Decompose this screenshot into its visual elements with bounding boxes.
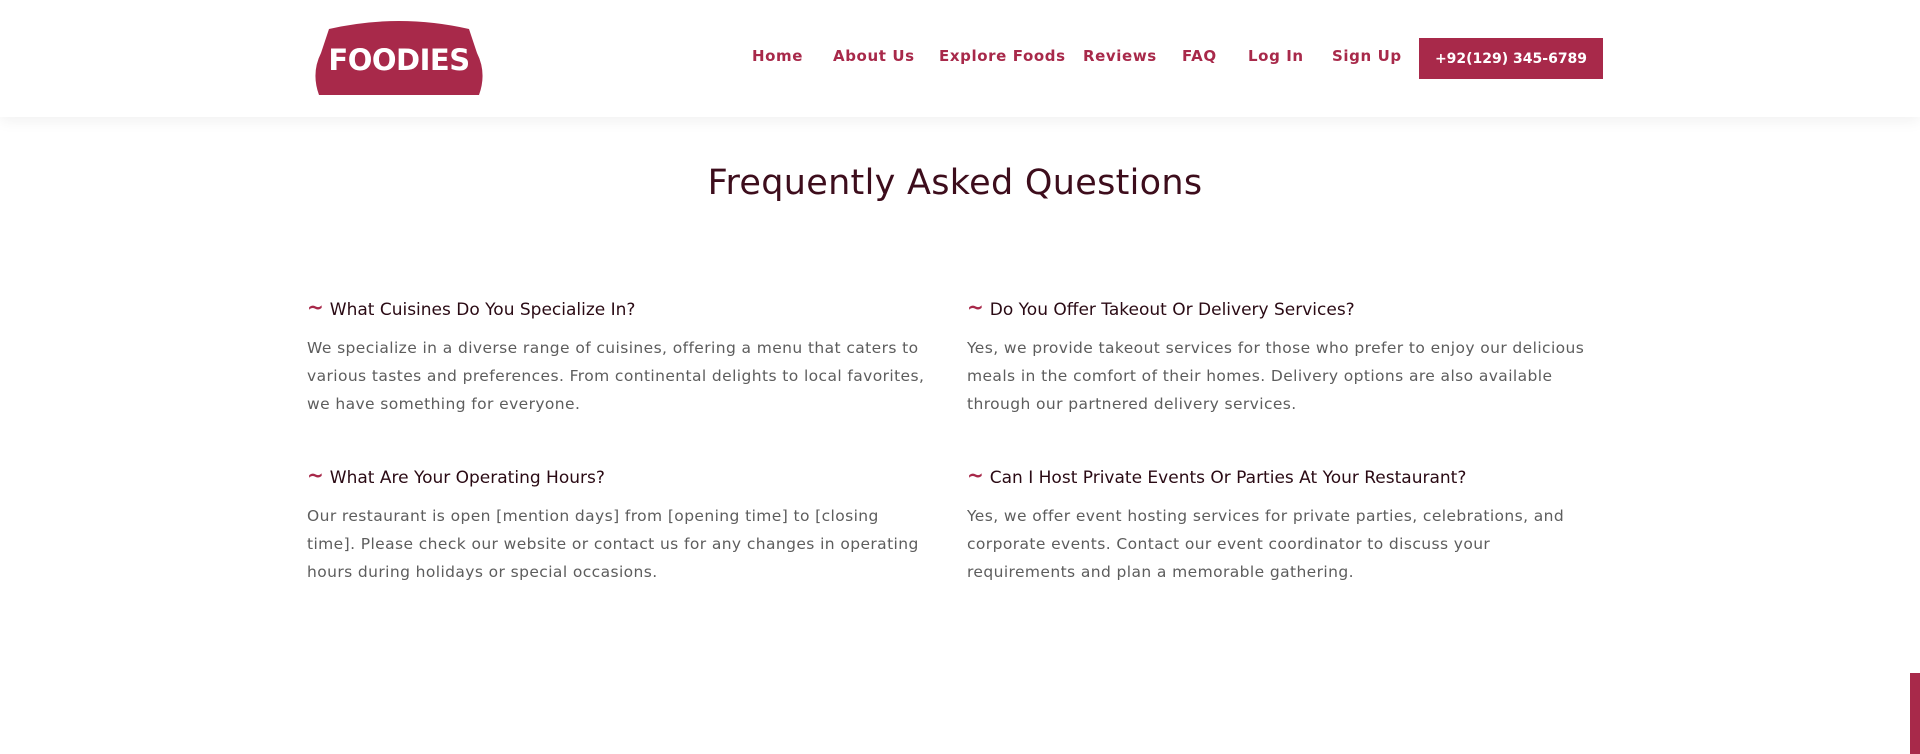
phone-button[interactable]: +92(129) 345-6789 — [1419, 38, 1603, 79]
logo-text: FOODIES — [328, 43, 470, 77]
faq-item: ~ What Cuisines Do You Specialize In? We… — [307, 295, 927, 418]
tilde-icon: ~ — [967, 463, 984, 487]
faq-answer: We specialize in a diverse range of cuis… — [307, 339, 925, 413]
nav-log-in[interactable]: Log In — [1248, 47, 1304, 65]
faq-item: ~ Can I Host Private Events Or Parties A… — [967, 463, 1587, 586]
faq-question-text: Do You Offer Takeout Or Delivery Service… — [989, 300, 1355, 320]
scroll-to-top-button[interactable] — [1910, 673, 1920, 754]
tilde-icon: ~ — [307, 295, 324, 319]
faq-answer: Yes, we offer event hosting services for… — [967, 507, 1565, 581]
nav-explore-foods[interactable]: Explore Foods — [939, 47, 1066, 65]
nav-home[interactable]: Home — [752, 47, 803, 65]
foodies-logo[interactable]: FOODIES — [309, 21, 489, 95]
tilde-icon: ~ — [307, 463, 324, 487]
nav-faq[interactable]: FAQ — [1182, 47, 1217, 65]
faq-question-text: Can I Host Private Events Or Parties At … — [989, 468, 1467, 488]
faq-question: ~ Do You Offer Takeout Or Delivery Servi… — [967, 295, 1587, 322]
site-header: FOODIES Home About Us Explore Foods Revi… — [0, 0, 1920, 117]
faq-question: ~ Can I Host Private Events Or Parties A… — [967, 463, 1587, 490]
faq-item: ~ Do You Offer Takeout Or Delivery Servi… — [967, 295, 1587, 418]
faq-question: ~ What Are Your Operating Hours? — [307, 463, 927, 490]
tilde-icon: ~ — [967, 295, 984, 319]
faq-answer: Yes, we provide takeout services for tho… — [967, 339, 1585, 413]
faq-answer: Our restaurant is open [mention days] fr… — [307, 507, 919, 581]
nav-about-us[interactable]: About Us — [833, 47, 915, 65]
nav-sign-up[interactable]: Sign Up — [1332, 47, 1402, 65]
faq-question-text: What Cuisines Do You Specialize In? — [329, 300, 636, 320]
faq-question: ~ What Cuisines Do You Specialize In? — [307, 295, 927, 322]
page-title: Frequently Asked Questions — [707, 163, 1203, 203]
faq-question-text: What Are Your Operating Hours? — [329, 468, 605, 488]
faq-item: ~ What Are Your Operating Hours? Our res… — [307, 463, 927, 586]
nav-reviews[interactable]: Reviews — [1083, 47, 1157, 65]
